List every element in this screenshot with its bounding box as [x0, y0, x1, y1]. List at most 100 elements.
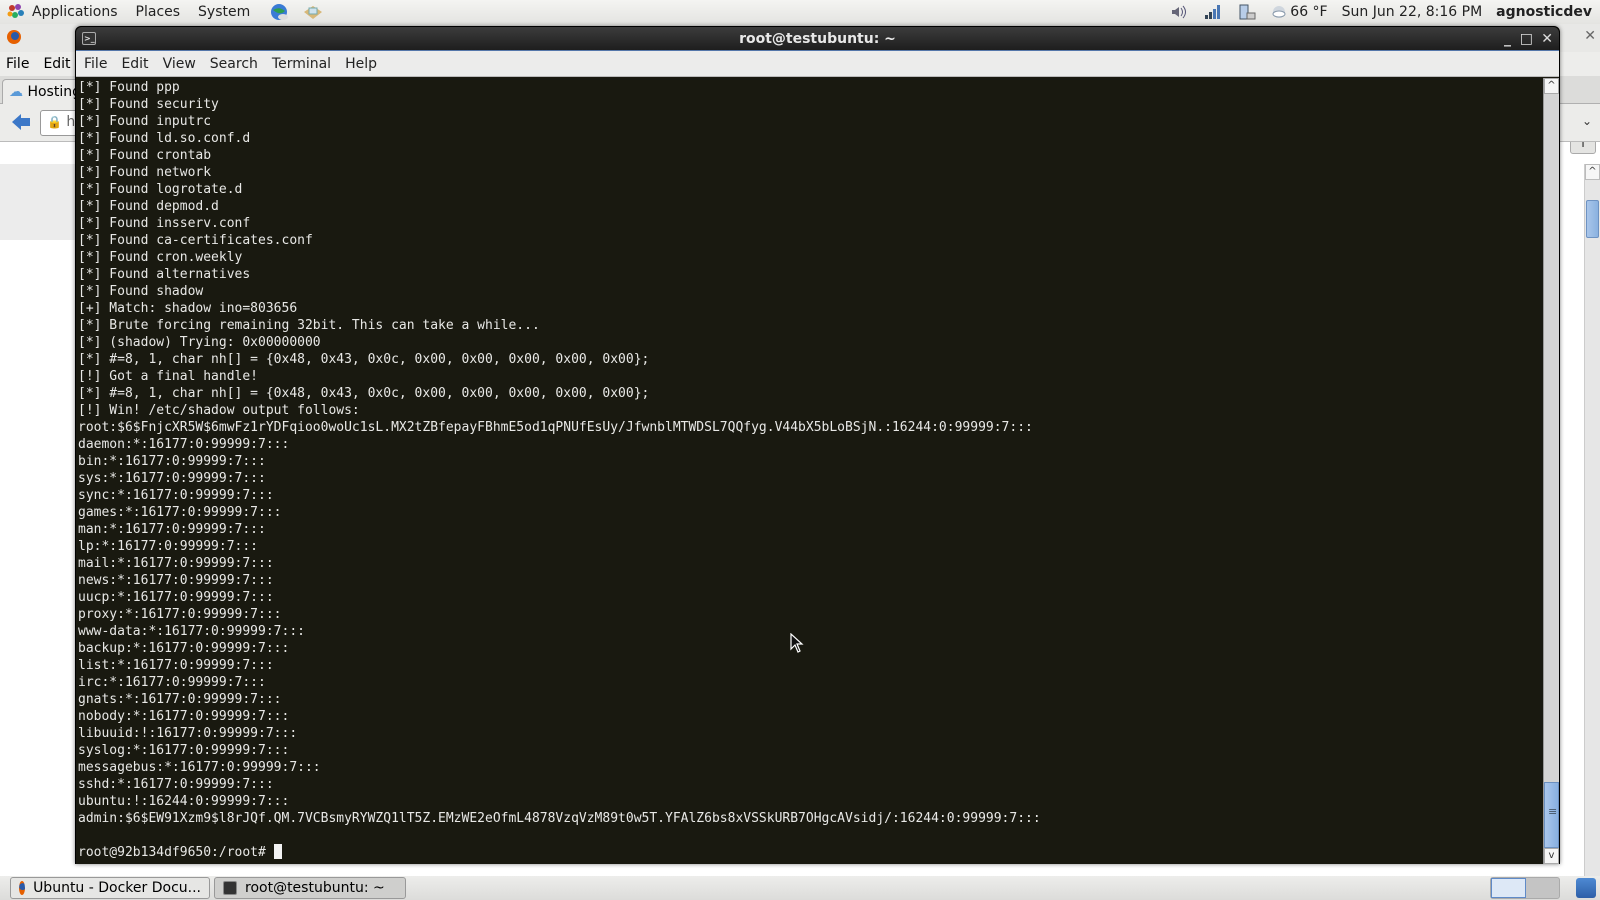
terminal-line: messagebus:*:16177:0:99999:7:::: [78, 760, 321, 775]
terminal-line: bin:*:16177:0:99999:7:::: [78, 454, 266, 469]
minimize-icon[interactable]: _: [1504, 27, 1511, 51]
terminal-line: [*] Found logrotate.d: [78, 182, 243, 197]
taskbar-item-label: root@testubuntu: ~: [245, 880, 385, 896]
trash-icon[interactable]: [1576, 878, 1596, 898]
firefox-menu-edit[interactable]: Edit: [43, 56, 70, 72]
menu-places[interactable]: Places: [136, 4, 181, 20]
terminal-line: games:*:16177:0:99999:7:::: [78, 505, 282, 520]
terminal-scroll-up-icon[interactable]: ^: [1544, 78, 1559, 94]
terminal-line: root:$6$FnjcXR5W$6mwFz1rYDFqioo0woUc1sL.…: [78, 420, 1033, 435]
terminal-line: [*] Found shadow: [78, 284, 204, 299]
weather-temperature: 66 °F: [1290, 4, 1328, 20]
terminal-line: list:*:16177:0:99999:7:::: [78, 658, 274, 673]
maximize-icon[interactable]: □: [1520, 27, 1533, 51]
terminal-line: [*] Found inputrc: [78, 114, 212, 129]
terminal-line: [*] Found security: [78, 97, 219, 112]
back-arrow-icon[interactable]: [10, 112, 32, 132]
top-panel: Applications Places System 66 °F Sun Jun…: [0, 0, 1600, 24]
terminal-line: uucp:*:16177:0:99999:7:::: [78, 590, 274, 605]
terminal-line: www-data:*:16177:0:99999:7:::: [78, 624, 305, 639]
terminal-line: [!] Got a final handle!: [78, 369, 259, 384]
terminal-line: sync:*:16177:0:99999:7:::: [78, 488, 274, 503]
firefox-scroll-up-icon[interactable]: ^: [1585, 164, 1600, 180]
firefox-scrollbar[interactable]: ^ v: [1584, 164, 1600, 900]
terminal-line: libuuid:!:16177:0:99999:7:::: [78, 726, 298, 741]
terminal-line: lp:*:16177:0:99999:7:::: [78, 539, 259, 554]
lock-icon: 🔒: [47, 115, 62, 129]
terminal-line: syslog:*:16177:0:99999:7:::: [78, 743, 290, 758]
terminal-line: gnats:*:16177:0:99999:7:::: [78, 692, 282, 707]
firefox-menu-chevron-icon[interactable]: ⌄: [1582, 114, 1592, 128]
firefox-scroll-thumb[interactable]: [1586, 200, 1599, 238]
terminal-line: [*] Found network: [78, 165, 212, 180]
terminal-line: [+] Match: shadow ino=803656: [78, 301, 298, 316]
firefox-menu-file[interactable]: File: [6, 56, 29, 72]
terminal-line: admin:$6$EW91Xzm9$l8rJQf.QM.7VCBsmyRYWZQ…: [78, 811, 1041, 826]
terminal-window: root@testubuntu: ~ _ □ ✕ File Edit View …: [75, 26, 1560, 864]
terminal-line: [*] #=8, 1, char nh[] = {0x48, 0x43, 0x0…: [78, 352, 650, 367]
terminal-menu-help[interactable]: Help: [345, 56, 377, 72]
terminal-icon: [223, 881, 237, 895]
firefox-icon: [7, 30, 21, 44]
terminal-line: proxy:*:16177:0:99999:7:::: [78, 607, 282, 622]
terminal-line: nobody:*:16177:0:99999:7:::: [78, 709, 290, 724]
terminal-menu-file[interactable]: File: [84, 56, 107, 72]
terminal-menu-terminal[interactable]: Terminal: [272, 56, 331, 72]
terminal-line: [*] Found ca-certificates.conf: [78, 233, 313, 248]
terminal-line: daemon:*:16177:0:99999:7:::: [78, 437, 290, 452]
text-cursor: [273, 844, 282, 859]
firefox-page-region: [0, 164, 80, 240]
firefox-icon: [19, 881, 26, 895]
terminal-line: [*] #=8, 1, char nh[] = {0x48, 0x43, 0x0…: [78, 386, 650, 401]
terminal-menubar: File Edit View Search Terminal Help: [76, 51, 1559, 77]
terminal-titlebar[interactable]: root@testubuntu: ~ _ □ ✕: [76, 27, 1559, 51]
network-signal-icon[interactable]: [1203, 3, 1223, 21]
terminal-line: [*] (shadow) Trying: 0x00000000: [78, 335, 321, 350]
terminal-line: irc:*:16177:0:99999:7:::: [78, 675, 266, 690]
url-text: h: [66, 114, 76, 130]
terminal-line: ubuntu:!:16244:0:99999:7:::: [78, 794, 290, 809]
menu-system[interactable]: System: [198, 4, 250, 20]
firefox-tab-label: Hosting: [27, 84, 81, 100]
terminal-title: root@testubuntu: ~: [739, 31, 896, 47]
terminal-output[interactable]: [*] Found ppp [*] Found security [*] Found…: [76, 78, 1544, 864]
terminal-menu-edit[interactable]: Edit: [121, 56, 148, 72]
workspace-switcher[interactable]: [1490, 877, 1560, 899]
clock[interactable]: Sun Jun 22, 8:16 PM: [1342, 4, 1483, 20]
volume-icon[interactable]: [1169, 3, 1189, 21]
terminal-prompt-line[interactable]: root@92b134df9650:/root#: [78, 844, 1544, 861]
taskbar-item-label: Ubuntu - Docker Docu...: [33, 880, 201, 896]
terminal-line: [*] Found alternatives: [78, 267, 251, 282]
terminal-line: [*] Found cron.weekly: [78, 250, 243, 265]
terminal-scroll-down-icon[interactable]: v: [1544, 848, 1559, 864]
firefox-close-icon[interactable]: ✕: [1584, 28, 1596, 44]
bottom-panel: Ubuntu - Docker Docu... root@testubuntu:…: [0, 876, 1600, 900]
terminal-line: [*] Found depmod.d: [78, 199, 219, 214]
terminal-lines: [*] Found ppp [*] Found security [*] Found…: [76, 78, 1544, 861]
terminal-line: backup:*:16177:0:99999:7:::: [78, 641, 290, 656]
taskbar-item-firefox[interactable]: Ubuntu - Docker Docu...: [10, 877, 210, 899]
user-menu[interactable]: agnosticdev: [1496, 4, 1592, 20]
weather-indicator[interactable]: 66 °F: [1271, 4, 1328, 20]
terminal-menu-search[interactable]: Search: [210, 56, 258, 72]
terminal-line: sys:*:16177:0:99999:7:::: [78, 471, 266, 486]
terminal-line: [*] Brute forcing remaining 32bit. This …: [78, 318, 540, 333]
terminal-scrollbar[interactable]: ^ v: [1543, 78, 1559, 864]
menu-applications[interactable]: Applications: [32, 4, 118, 20]
battery-power-icon[interactable]: [1237, 3, 1257, 21]
hosting-tab-icon: ☁: [9, 84, 23, 100]
terminal-line: [!] Win! /etc/shadow output follows:: [78, 403, 360, 418]
terminal-menu-view[interactable]: View: [163, 56, 196, 72]
terminal-line: mail:*:16177:0:99999:7:::: [78, 556, 274, 571]
taskbar-item-terminal[interactable]: root@testubuntu: ~: [214, 877, 406, 899]
web-browser-launcher-icon[interactable]: [268, 2, 290, 22]
terminal-line: [*] Found crontab: [78, 148, 212, 163]
mouse-pointer-icon: [790, 633, 804, 653]
close-icon[interactable]: ✕: [1541, 27, 1553, 51]
terminal-line: [*] Found ppp: [78, 80, 180, 95]
gnome-menu-icon: [7, 4, 24, 18]
mail-launcher-icon[interactable]: [302, 2, 324, 22]
workspace-1[interactable]: [1491, 878, 1526, 898]
terminal-scroll-thumb[interactable]: [1544, 782, 1559, 848]
